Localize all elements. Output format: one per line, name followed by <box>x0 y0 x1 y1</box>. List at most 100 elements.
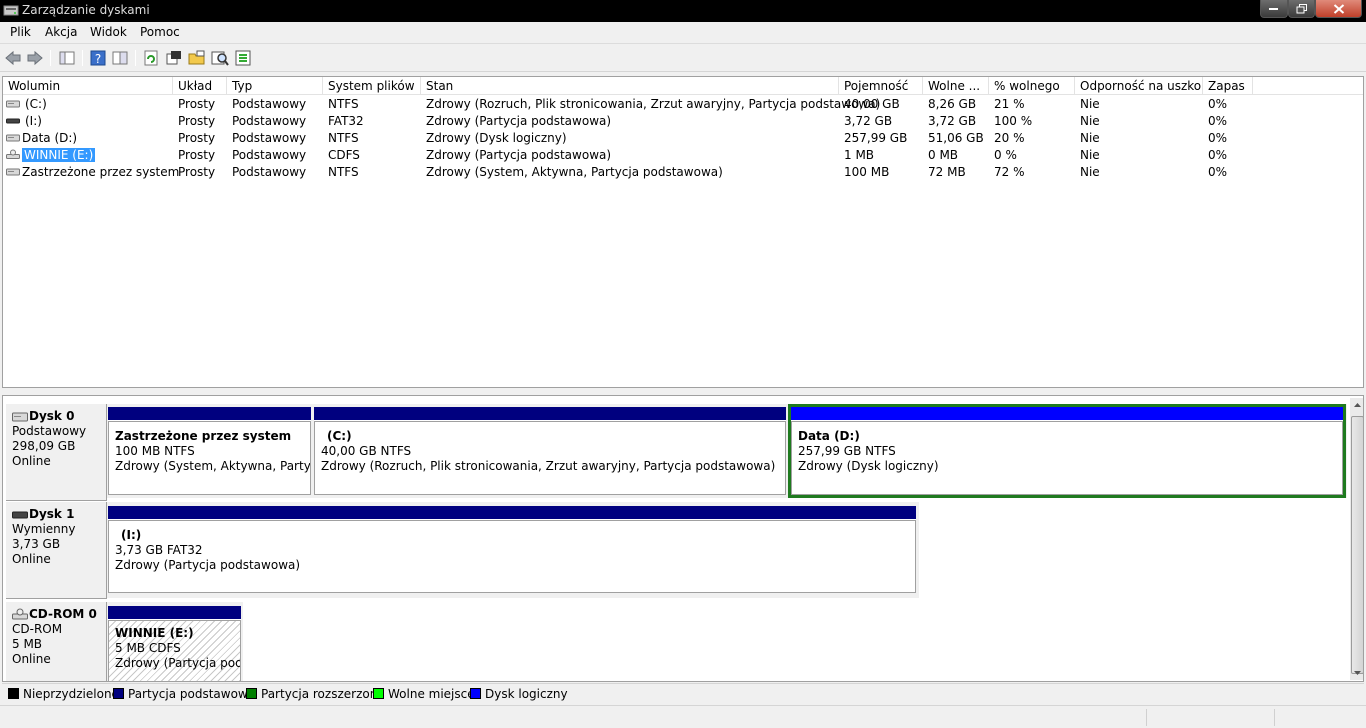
removable-disk-icon <box>12 511 28 519</box>
disk-size: 298,09 GB <box>12 439 76 453</box>
volume-name: Data (D:) <box>22 131 78 145</box>
column-header-free[interactable]: Wolne ... <box>923 77 989 95</box>
menu-file[interactable]: Plik <box>7 25 34 39</box>
disk-state: Online <box>12 454 51 468</box>
partition-i[interactable]: (I:) 3,73 GB FAT32 Zdrowy (Partycja pods… <box>108 506 916 593</box>
refresh-icon[interactable] <box>142 49 160 67</box>
drive-icon <box>6 134 20 142</box>
disk-label-disk0[interactable]: Dysk 0 Podstawowy 298,09 GB Online <box>6 404 107 501</box>
disk-name: Dysk 1 <box>29 507 75 521</box>
partition-winnie-e[interactable]: WINNIE (E:) 5 MB CDFS Zdrowy (Partycja p… <box>108 606 241 681</box>
volume-name-selected[interactable]: WINNIE (E:) <box>22 148 96 162</box>
column-header-type[interactable]: Typ <box>227 77 323 95</box>
partition-size: 257,99 GB NTFS <box>798 444 896 458</box>
legend-label: Partycja rozszerzona <box>261 687 385 701</box>
volume-overhead: 0% <box>1208 97 1228 111</box>
disk-partitions-cdrom0: WINNIE (E:) 5 MB CDFS Zdrowy (Partycja p… <box>107 602 243 681</box>
volume-percent-free: 100 % <box>994 114 1033 128</box>
table-row[interactable]: Zastrzeżone przez system Prosty Podstawo… <box>3 164 1363 181</box>
menu-action[interactable]: Akcja <box>42 25 80 39</box>
table-row[interactable]: (C:) Prosty Podstawowy NTFS Zdrowy (Rozr… <box>3 96 1363 113</box>
partition-data-d[interactable]: Data (D:) 257,99 GB NTFS Zdrowy (Dysk lo… <box>788 404 1346 498</box>
volume-capacity: 1 MB <box>844 148 875 162</box>
volume-type: Podstawowy <box>232 114 307 128</box>
volume-free: 72 MB <box>928 165 966 179</box>
table-row[interactable]: WINNIE (E:) Prosty Podstawowy CDFS Zdrow… <box>3 147 1363 164</box>
column-header-percent-free[interactable]: % wolnego <box>989 77 1075 95</box>
volume-capacity: 257,99 GB <box>844 131 908 145</box>
open-icon[interactable] <box>188 49 206 67</box>
cd-rom-icon <box>12 608 28 620</box>
volume-overhead: 0% <box>1208 114 1228 128</box>
scroll-up-icon[interactable] <box>1350 398 1364 413</box>
primary-partition-bar <box>108 606 241 619</box>
scrollbar-thumb[interactable] <box>1351 416 1363 674</box>
partition-body: (I:) 3,73 GB FAT32 Zdrowy (Partycja pods… <box>108 520 916 593</box>
back-icon[interactable] <box>4 49 22 67</box>
volume-free: 3,72 GB <box>928 114 977 128</box>
svg-text:?: ? <box>95 52 101 66</box>
minimize-icon <box>1269 7 1278 10</box>
properties-icon[interactable] <box>111 49 129 67</box>
volume-status: Zdrowy (Dysk logiczny) <box>426 131 567 145</box>
column-header-overhead[interactable]: Zapas <box>1203 77 1253 95</box>
volume-percent-free: 0 % <box>994 148 1017 162</box>
volume-free: 51,06 GB <box>928 131 984 145</box>
column-header-filesystem[interactable]: System plików <box>323 77 421 95</box>
disk-kind: Podstawowy <box>12 424 87 438</box>
menu-help[interactable]: Pomoc <box>137 25 183 39</box>
volume-type: Podstawowy <box>232 165 307 179</box>
console-tree-icon[interactable] <box>58 49 76 67</box>
volume-percent-free: 72 % <box>994 165 1025 179</box>
close-icon <box>1333 3 1344 14</box>
disk-kind: CD-ROM <box>12 622 63 636</box>
partition-system-reserved[interactable]: Zastrzeżone przez system 100 MB NTFS Zdr… <box>108 407 311 495</box>
partition-status: Zdrowy (Partycja podstawowa) <box>115 558 301 572</box>
volume-free: 0 MB <box>928 148 959 162</box>
primary-partition-bar <box>314 407 786 420</box>
partition-name: WINNIE (E:) <box>115 626 194 640</box>
volume-fault-tolerance: Nie <box>1080 148 1100 162</box>
disk-management-icon <box>3 5 19 16</box>
volume-capacity: 40,00 GB <box>844 97 900 111</box>
column-header-capacity[interactable]: Pojemność <box>839 77 923 95</box>
settings-icon[interactable] <box>165 49 183 67</box>
partition-body: WINNIE (E:) 5 MB CDFS Zdrowy (Partycja p… <box>108 620 241 681</box>
close-button[interactable] <box>1315 0 1362 18</box>
legend-swatch-primary <box>113 688 124 699</box>
partition-c[interactable]: (C:) 40,00 GB NTFS Zdrowy (Rozruch, Plik… <box>314 407 786 495</box>
disk-label-cdrom0[interactable]: CD-ROM 0 CD-ROM 5 MB Online <box>6 602 107 681</box>
help-icon[interactable]: ? <box>89 49 107 67</box>
partition-name: (C:) <box>327 429 352 443</box>
forward-icon[interactable] <box>26 49 44 67</box>
volume-type: Podstawowy <box>232 148 307 162</box>
export-icon[interactable] <box>234 49 252 67</box>
primary-partition-bar <box>108 407 311 420</box>
minimize-button[interactable] <box>1260 0 1288 18</box>
volume-type: Podstawowy <box>232 97 307 111</box>
volume-name: (I:) <box>25 114 42 128</box>
disk-label-disk1[interactable]: Dysk 1 Wymienny 3,73 GB Online <box>6 502 107 599</box>
column-header-fault-tolerance[interactable]: Odporność na uszko... <box>1075 77 1203 95</box>
volume-capacity: 3,72 GB <box>844 114 893 128</box>
column-header-layout[interactable]: Układ <box>173 77 227 95</box>
disk-icon <box>12 412 28 422</box>
partition-name: Data (D:) <box>798 429 860 443</box>
vertical-scrollbar[interactable] <box>1350 398 1364 680</box>
table-row[interactable]: Data (D:) Prosty Podstawowy NTFS Zdrowy … <box>3 130 1363 147</box>
column-header-volume[interactable]: Wolumin <box>3 77 173 95</box>
volume-status: Zdrowy (Rozruch, Plik stronicowania, Zrz… <box>426 97 881 111</box>
volume-layout: Prosty <box>178 114 216 128</box>
table-row[interactable]: (I:) Prosty Podstawowy FAT32 Zdrowy (Par… <box>3 113 1363 130</box>
scroll-down-icon[interactable] <box>1350 665 1364 680</box>
primary-partition-bar <box>108 506 916 519</box>
volume-layout: Prosty <box>178 97 216 111</box>
volume-fault-tolerance: Nie <box>1080 131 1100 145</box>
partition-name: (I:) <box>121 528 142 542</box>
maximize-button[interactable] <box>1288 0 1315 18</box>
toolbar: ? <box>0 45 1366 72</box>
legend-swatch-free-space <box>373 688 384 699</box>
menu-view[interactable]: Widok <box>87 25 130 39</box>
search-icon[interactable] <box>211 49 229 67</box>
column-header-status[interactable]: Stan <box>421 77 839 95</box>
